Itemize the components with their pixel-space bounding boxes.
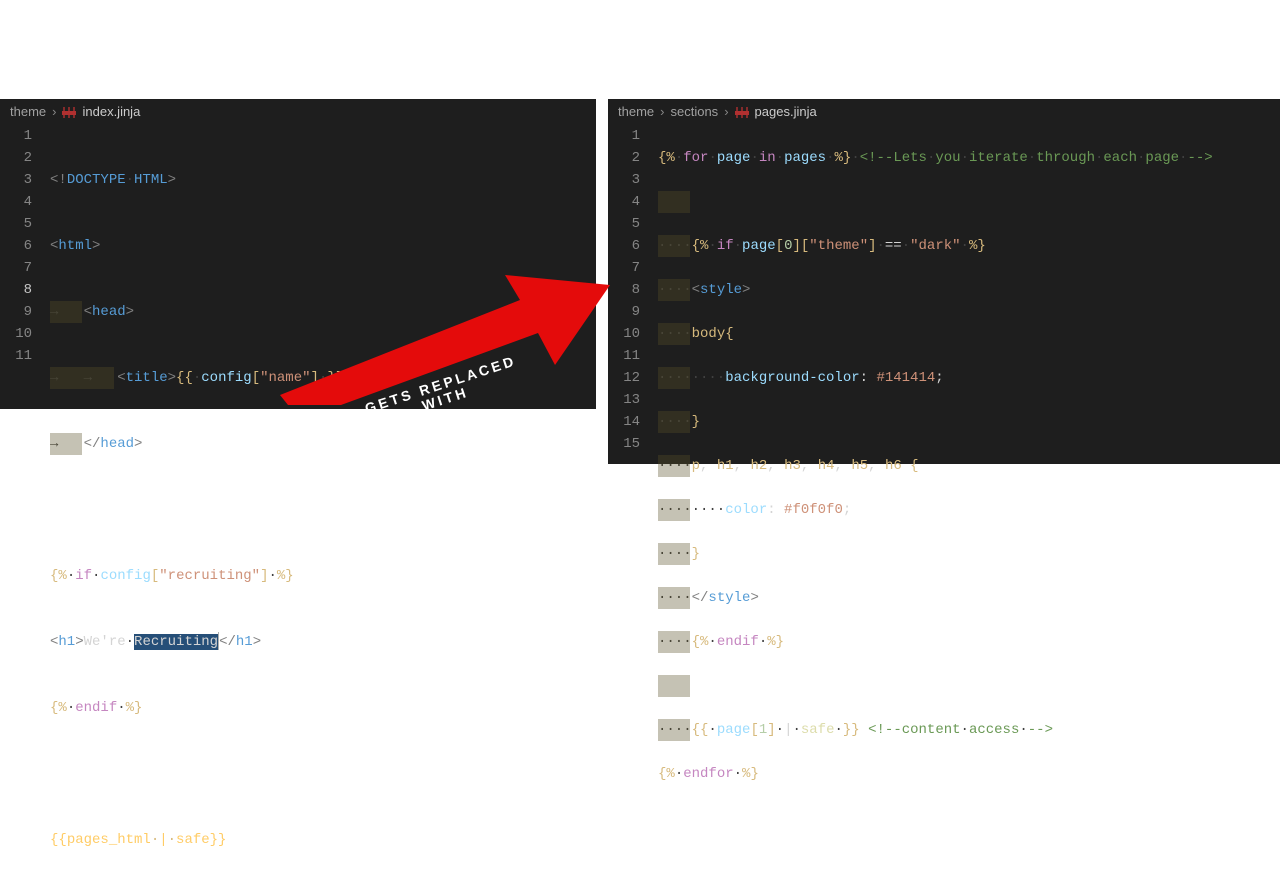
code-line[interactable] (50, 763, 596, 785)
line-number-gutter[interactable]: 1 2 3 4 5 6 7 8 9 10 11 12 13 14 15 (608, 125, 654, 464)
code-line[interactable] (658, 675, 1280, 697)
line-number: 12 (608, 367, 640, 389)
line-number: 5 (608, 213, 640, 235)
chevron-right-icon: › (724, 101, 728, 123)
code-content[interactable]: {%·for·page·in·pages·%}·<!--Lets·you·ite… (654, 125, 1280, 464)
code-line[interactable]: {%·if·config["recruiting"]·%} (50, 565, 596, 587)
code-line[interactable] (50, 499, 596, 521)
code-line[interactable]: ········color: #f0f0f0; (658, 499, 1280, 521)
code-line[interactable]: ····{{·page[1]·|·safe·}} <!--content·acc… (658, 719, 1280, 741)
line-number: 5 (0, 213, 32, 235)
code-content[interactable]: <!DOCTYPE·HTML> <html> → <head> → → <tit… (46, 125, 596, 409)
line-number: 9 (608, 301, 640, 323)
line-number: 10 (0, 323, 32, 345)
line-number: 2 (608, 147, 640, 169)
line-number: 2 (0, 147, 32, 169)
line-number: 8 (0, 279, 32, 301)
chevron-right-icon: › (660, 101, 664, 123)
code-line[interactable] (658, 191, 1280, 213)
line-number: 3 (0, 169, 32, 191)
line-number: 6 (0, 235, 32, 257)
breadcrumb-file[interactable]: index.jinja (82, 101, 140, 123)
code-line[interactable]: → → <title>{{·config["name"]·}}</title> (50, 367, 596, 389)
line-number: 4 (608, 191, 640, 213)
breadcrumb[interactable]: theme › index.jinja (0, 99, 596, 125)
line-number: 15 (608, 433, 640, 455)
code-line[interactable]: ····p, h1, h2, h3, h4, h5, h6 { (658, 455, 1280, 477)
jinja-file-icon (735, 107, 749, 118)
line-number: 1 (0, 125, 32, 147)
editor-pane-left: theme › index.jinja 1 2 3 4 5 6 7 8 9 10… (0, 99, 596, 409)
line-number: 10 (608, 323, 640, 345)
line-number: 6 (608, 235, 640, 257)
chevron-right-icon: › (52, 101, 56, 123)
editor-pane-right: theme › sections › pages.jinja 1 2 3 4 5… (608, 99, 1280, 464)
code-line[interactable]: <html> (50, 235, 596, 257)
line-number: 7 (0, 257, 32, 279)
code-line[interactable]: ····} (658, 411, 1280, 433)
code-line[interactable]: {%·endfor·%} (658, 763, 1280, 785)
breadcrumb[interactable]: theme › sections › pages.jinja (608, 99, 1280, 125)
line-number: 14 (608, 411, 640, 433)
line-number: 13 (608, 389, 640, 411)
line-number: 1 (608, 125, 640, 147)
breadcrumb-segment[interactable]: theme (618, 101, 654, 123)
code-line[interactable]: ····{%·endif·%} (658, 631, 1280, 653)
code-line[interactable]: <!DOCTYPE·HTML> (50, 169, 596, 191)
breadcrumb-segment[interactable]: sections (670, 101, 718, 123)
code-line[interactable]: {%·endif·%} (50, 697, 596, 719)
line-number: 4 (0, 191, 32, 213)
line-number-gutter[interactable]: 1 2 3 4 5 6 7 8 9 10 11 (0, 125, 46, 409)
jinja-file-icon (62, 107, 76, 118)
line-number: 11 (0, 345, 32, 367)
code-line[interactable]: ····</style> (658, 587, 1280, 609)
code-line[interactable]: ····} (658, 543, 1280, 565)
line-number: 9 (0, 301, 32, 323)
code-line[interactable]: → <head> (50, 301, 596, 323)
code-line[interactable]: ····{%·if·page[0]["theme"]·==·"dark"·%} (658, 235, 1280, 257)
line-number: 8 (608, 279, 640, 301)
code-line[interactable]: {{pages_html·|·safe}} (50, 829, 596, 851)
line-number: 11 (608, 345, 640, 367)
line-number: 3 (608, 169, 640, 191)
breadcrumb-segment[interactable]: theme (10, 101, 46, 123)
code-line[interactable]: ····<style> (658, 279, 1280, 301)
code-line[interactable]: <h1>We're·Recruiting</h1> (50, 631, 596, 653)
code-line[interactable]: ········background-color: #141414; (658, 367, 1280, 389)
code-line[interactable]: ····body{ (658, 323, 1280, 345)
breadcrumb-file[interactable]: pages.jinja (755, 101, 817, 123)
line-number: 7 (608, 257, 640, 279)
code-line[interactable]: → </head> (50, 433, 596, 455)
code-line[interactable]: {%·for·page·in·pages·%}·<!--Lets·you·ite… (658, 147, 1280, 169)
